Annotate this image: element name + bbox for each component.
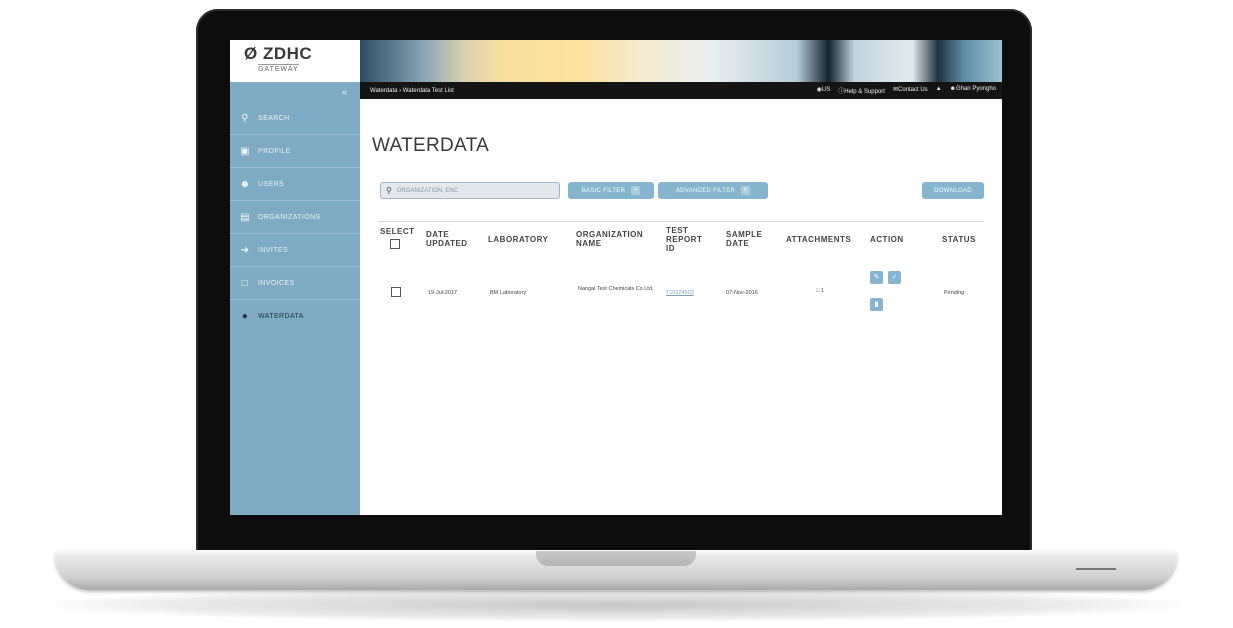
column-header-select: SELECT: [380, 227, 415, 236]
column-header-organization-name[interactable]: ORGANIZATION NAME: [576, 230, 658, 248]
sidebar-item-users[interactable]: ☻ USERS: [230, 168, 360, 201]
sidebar: Ø ZDHC GATEWAY « ⚲ SEARCH ▣ PROFILE ☻ US…: [230, 40, 360, 515]
column-header-status[interactable]: STATUS: [942, 235, 976, 244]
check-icon: ✓: [891, 274, 898, 281]
invite-icon: ➜: [240, 244, 250, 256]
sidebar-item-label: ORGANIZATIONS: [258, 213, 321, 221]
column-header-sample-date[interactable]: SAMPLE DATE: [726, 230, 770, 248]
invoice-icon: □: [241, 277, 249, 289]
sidebar-item-profile[interactable]: ▣ PROFILE: [230, 135, 360, 168]
user-menu[interactable]: ☻Ghan Pyongho: [950, 86, 996, 95]
top-bar: Waterdata › Waterdata Test List ◉US ⓘHel…: [360, 82, 1002, 99]
collapse-sidebar-icon[interactable]: «: [342, 87, 347, 97]
delete-button[interactable]: ▮: [870, 298, 883, 311]
attachment-icon: □: [816, 288, 820, 294]
chevron-down-icon: ∨: [741, 186, 751, 195]
search-icon: ⚲: [386, 186, 392, 195]
laptop-slot: [1076, 568, 1116, 570]
column-header-attachments: ATTACHMENTS: [786, 235, 852, 244]
column-header-date-updated[interactable]: DATE UPDATED: [426, 230, 478, 248]
main-content: WATERDATA ⚲ ORGANIZATION, ENC BASIC FILT…: [360, 99, 1002, 515]
water-drop-icon: ●: [241, 310, 249, 322]
sidebar-item-label: INVITES: [258, 246, 289, 254]
laptop-notch: [536, 551, 696, 566]
sidebar-item-invoices[interactable]: □ INVOICES: [230, 267, 360, 300]
search-placeholder: ORGANIZATION, ENC: [396, 187, 459, 194]
sidebar-nav: ⚲ SEARCH ▣ PROFILE ☻ USERS ▤ ORGANIZATIO…: [230, 102, 360, 332]
laptop-shadow: [40, 588, 1190, 622]
cell-attachments[interactable]: □ 1: [816, 288, 824, 295]
sidebar-item-invites[interactable]: ➜ INVITES: [230, 234, 360, 267]
trash-icon: ▮: [874, 301, 879, 308]
page-title: WATERDATA: [372, 135, 490, 156]
logo-mark-icon: Ø: [244, 44, 263, 63]
cell-date-updated: 19-Jul-2017: [428, 290, 458, 296]
logo-subtitle: GATEWAY: [258, 64, 299, 73]
organization-icon: ▤: [240, 211, 250, 223]
row-select-checkbox[interactable]: [391, 287, 401, 297]
screen: Ø ZDHC GATEWAY « ⚲ SEARCH ▣ PROFILE ☻ US…: [230, 40, 1002, 515]
cell-laboratory: BM Laboratory: [490, 290, 527, 296]
column-header-action: ACTION: [870, 235, 904, 244]
bell-icon[interactable]: ▲: [936, 86, 942, 95]
contact-link[interactable]: ✉Contact Us: [893, 86, 928, 95]
column-header-laboratory[interactable]: LABORATORY: [488, 235, 548, 244]
advanced-filter-button[interactable]: ADVANCED FILTER ∨: [658, 182, 768, 199]
column-header-test-report-id[interactable]: TEST REPORT ID: [666, 226, 712, 253]
language-link[interactable]: ◉US: [817, 86, 831, 95]
select-all-checkbox[interactable]: [390, 239, 400, 249]
table-divider: [378, 221, 984, 222]
approve-button[interactable]: ✓: [888, 271, 901, 284]
profile-icon: ▣: [240, 145, 250, 157]
breadcrumb[interactable]: Waterdata › Waterdata Test List: [360, 88, 817, 94]
cell-status: Pending: [944, 290, 965, 296]
sidebar-item-search[interactable]: ⚲ SEARCH: [230, 102, 360, 135]
sidebar-item-organizations[interactable]: ▤ ORGANIZATIONS: [230, 201, 360, 234]
sidebar-item-waterdata[interactable]: ● WATERDATA: [230, 300, 360, 332]
sidebar-item-label: PROFILE: [258, 147, 291, 155]
user-icon: ☻: [239, 178, 251, 190]
edit-icon: ✎: [873, 274, 880, 281]
sidebar-item-label: INVOICES: [258, 279, 295, 287]
logo-text: ZDHC: [262, 44, 313, 63]
logo[interactable]: Ø ZDHC GATEWAY: [230, 40, 360, 82]
help-link[interactable]: ⓘHelp & Support: [838, 86, 885, 95]
search-input[interactable]: ⚲ ORGANIZATION, ENC: [380, 182, 560, 199]
download-button[interactable]: DOWNLOAD: [922, 182, 984, 199]
sidebar-item-label: WATERDATA: [258, 312, 304, 320]
top-nav: ◉US ⓘHelp & Support ✉Contact Us ▲ ☻Ghan …: [817, 86, 1002, 95]
cell-organization-name: Nangal Test Chemicals Co Ltd.: [578, 286, 654, 292]
basic-filter-button[interactable]: BASIC FILTER ∨: [568, 182, 654, 199]
cell-sample-date: 07-Nov-2016: [726, 290, 758, 296]
chevron-down-icon: ∨: [631, 186, 641, 195]
sidebar-item-label: USERS: [258, 180, 285, 188]
cell-test-report-link[interactable]: T10124503: [666, 290, 694, 297]
search-icon: ⚲: [241, 112, 249, 124]
header-banner-image: [360, 40, 1002, 82]
edit-button[interactable]: ✎: [870, 271, 883, 284]
sidebar-item-label: SEARCH: [258, 114, 290, 122]
